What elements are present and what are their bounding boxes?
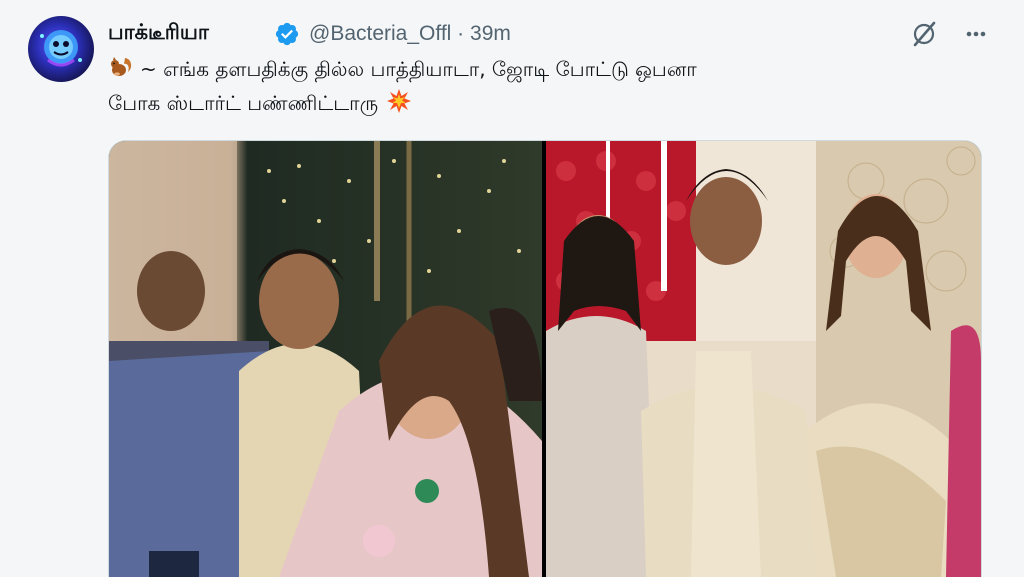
tweet[interactable]: பாக்டீரியா @Bacteria_Offl · 39m ~ எங்க த… bbox=[0, 0, 1024, 577]
more-icon[interactable] bbox=[962, 20, 990, 48]
tweet-text-line-1: ~ எங்க தளபதிக்கு தில்ல பாத்தியாடா, ஜோடி … bbox=[108, 52, 828, 86]
display-name[interactable]: பாக்டீரியா bbox=[108, 20, 209, 47]
tweet-text-content-2: போக ஸ்டார்ட் பண்ணிட்டாரு bbox=[108, 91, 379, 115]
collision-emoji-icon bbox=[386, 88, 412, 114]
media-grid bbox=[108, 140, 982, 577]
tweet-header: பாக்டீரியா @Bacteria_Offl · 39m bbox=[108, 18, 994, 52]
timestamp[interactable]: 39m bbox=[470, 22, 511, 45]
verified-badge-icon bbox=[274, 21, 300, 47]
squirrel-emoji-icon bbox=[108, 54, 134, 80]
photo-2[interactable] bbox=[546, 141, 981, 577]
user-handle[interactable]: @Bacteria_Offl bbox=[309, 22, 451, 45]
tweet-text-content-1: ~ எங்க தளபதிக்கு தில்ல பாத்தியாடா, ஜோடி … bbox=[140, 57, 697, 81]
separator: · bbox=[457, 22, 465, 45]
tweet-text-line-2: போக ஸ்டார்ட் பண்ணிட்டாரு bbox=[108, 86, 828, 120]
handle-and-time[interactable]: @Bacteria_Offl · 39m bbox=[309, 22, 511, 46]
avatar[interactable] bbox=[28, 16, 94, 82]
tweet-text: ~ எங்க தளபதிக்கு தில்ல பாத்தியாடா, ஜோடி … bbox=[108, 52, 828, 120]
photo-1[interactable] bbox=[109, 141, 542, 577]
grok-icon[interactable] bbox=[910, 20, 938, 48]
